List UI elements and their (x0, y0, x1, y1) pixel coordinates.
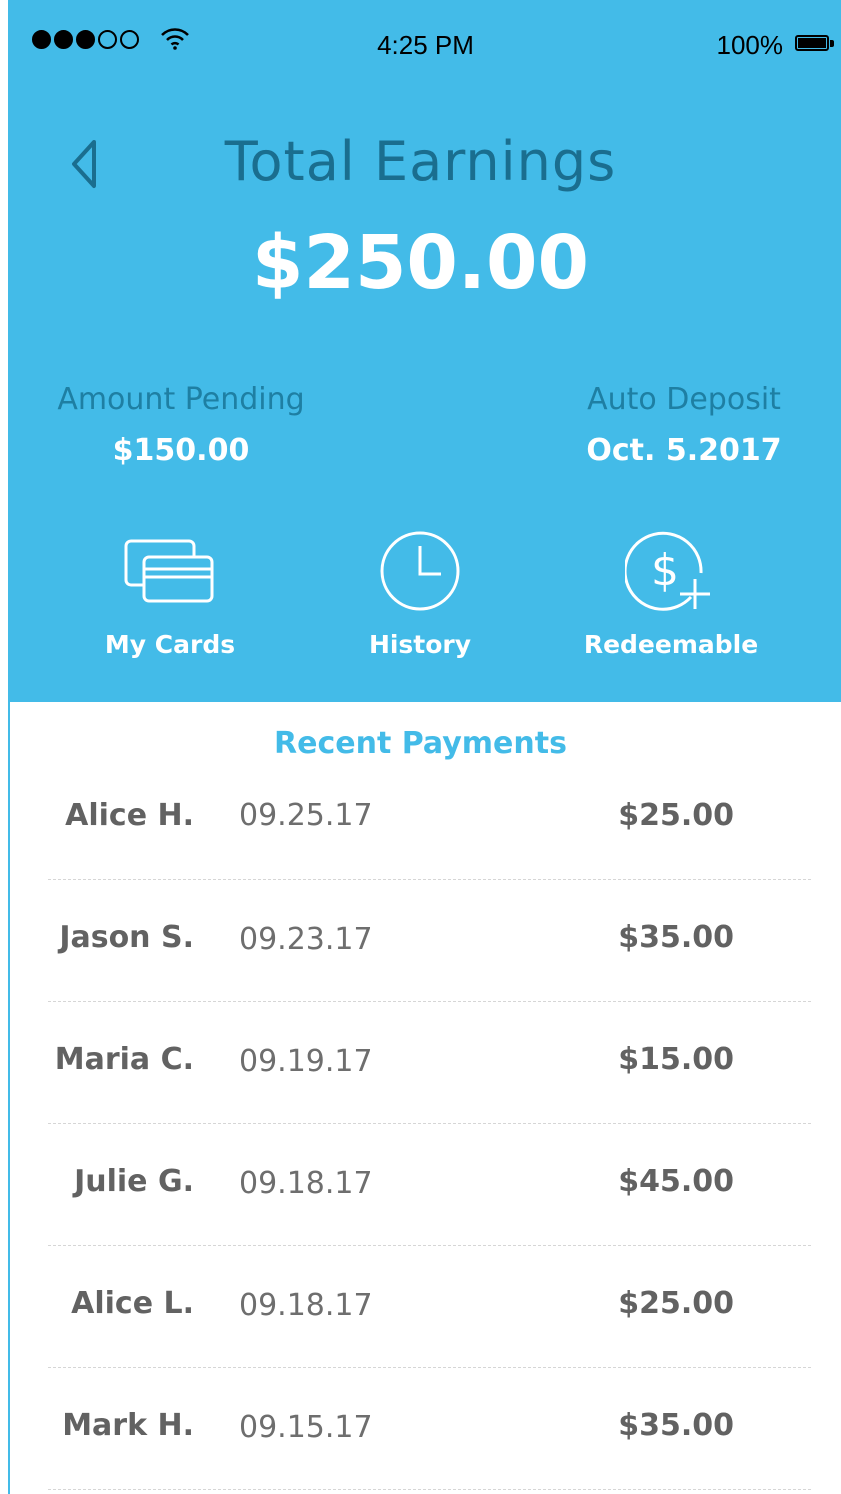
amount-pending-label: Amount Pending (57, 382, 305, 417)
payment-row[interactable]: Alice H. 09.25.17 $25.00 (48, 758, 811, 880)
payment-amount: $25.00 (618, 798, 734, 833)
history-label: History (368, 630, 472, 659)
history-button[interactable]: History (310, 526, 530, 659)
payment-row[interactable]: Mark H. 09.15.17 $35.00 (48, 1368, 811, 1490)
amount-pending: Amount Pending $150.00 (46, 382, 316, 468)
my-cards-button[interactable]: My Cards (60, 526, 280, 659)
payment-amount: $15.00 (618, 1042, 734, 1077)
payer-name: Alice H. (65, 798, 194, 833)
payment-row[interactable]: Alice L. 09.18.17 $25.00 (48, 1246, 811, 1368)
payment-amount: $35.00 (618, 1408, 734, 1443)
battery-percent: 100% (716, 30, 784, 60)
payer-name: Mark H. (62, 1408, 194, 1443)
payer-name: Julie G. (74, 1164, 194, 1199)
payer-name: Maria C. (54, 1042, 194, 1077)
redeemable-label: Redeemable (583, 630, 759, 659)
my-cards-label: My Cards (104, 630, 236, 659)
payment-date: 09.25.17 (239, 798, 373, 833)
payer-name: Alice L. (71, 1286, 194, 1321)
redeemable-button[interactable]: $ Redeemable (561, 526, 781, 659)
payment-amount: $35.00 (618, 920, 734, 955)
amount-pending-value: $150.00 (112, 433, 250, 468)
cards-icon (124, 539, 214, 603)
payer-name: Jason S. (59, 920, 194, 955)
payment-row[interactable]: Julie G. 09.18.17 $45.00 (48, 1124, 811, 1246)
payment-date: 09.23.17 (239, 922, 373, 957)
payment-date: 09.18.17 (239, 1288, 373, 1323)
payment-date: 09.19.17 (239, 1044, 373, 1079)
auto-deposit-value: Oct. 5.2017 (586, 433, 782, 468)
payment-date: 09.15.17 (239, 1410, 373, 1445)
payment-row[interactable]: Jason S. 09.23.17 $35.00 (48, 880, 811, 1002)
total-earnings-amount: $250.00 (251, 220, 590, 306)
payment-date: 09.18.17 (239, 1166, 373, 1201)
battery-tip (830, 40, 834, 47)
auto-deposit: Auto Deposit Oct. 5.2017 (566, 382, 802, 468)
payment-row[interactable]: Maria C. 09.19.17 $15.00 (48, 1002, 811, 1124)
dollar-plus-icon: $ (625, 531, 710, 611)
battery-icon (795, 35, 829, 51)
svg-text:$: $ (651, 545, 679, 596)
page-title: Total Earnings (224, 130, 617, 193)
payments-list: Alice H. 09.25.17 $25.00 Jason S. 09.23.… (48, 758, 811, 1490)
payment-amount: $45.00 (618, 1164, 734, 1199)
clock-icon (380, 531, 460, 611)
auto-deposit-label: Auto Deposit (587, 382, 781, 417)
status-bar: 4:25 PM 100% (10, 0, 841, 90)
payment-amount: $25.00 (618, 1286, 734, 1321)
recent-payments-title: Recent Payments (274, 726, 567, 761)
